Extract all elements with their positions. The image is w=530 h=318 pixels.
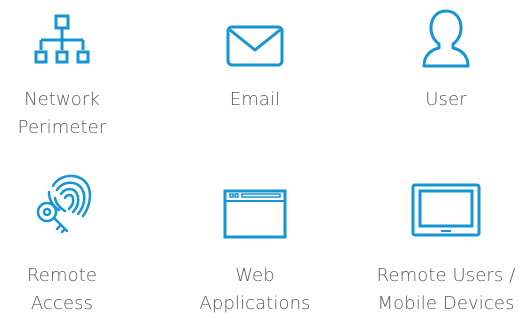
network-icon bbox=[22, 14, 102, 66]
label-line-2: Applications bbox=[199, 293, 311, 314]
laptop-icon bbox=[407, 182, 485, 240]
email-icon bbox=[225, 24, 285, 68]
browser-window-icon bbox=[222, 188, 288, 240]
user-icon bbox=[420, 8, 472, 70]
tile-label: Network Perimeter bbox=[0, 86, 150, 142]
tile-label: Web Applications bbox=[167, 262, 343, 318]
label-line-1: User bbox=[425, 89, 467, 110]
tile-label: User bbox=[358, 86, 530, 114]
fingerprint-key-icon bbox=[27, 168, 97, 234]
tile-label: Remote Access bbox=[0, 262, 150, 318]
label-line-2: Access bbox=[30, 293, 94, 314]
label-line-1: Remote Users / bbox=[376, 265, 516, 286]
tile-label: Email bbox=[167, 86, 343, 114]
label-line-1: Web bbox=[235, 265, 275, 286]
label-line-1: Network bbox=[24, 89, 100, 110]
label-line-2: Mobile Devices bbox=[377, 293, 515, 314]
tile-label: Remote Users / Mobile Devices bbox=[358, 262, 530, 318]
label-line-2: Perimeter bbox=[17, 117, 107, 138]
label-line-1: Email bbox=[229, 89, 281, 110]
label-line-1: Remote bbox=[26, 265, 98, 286]
